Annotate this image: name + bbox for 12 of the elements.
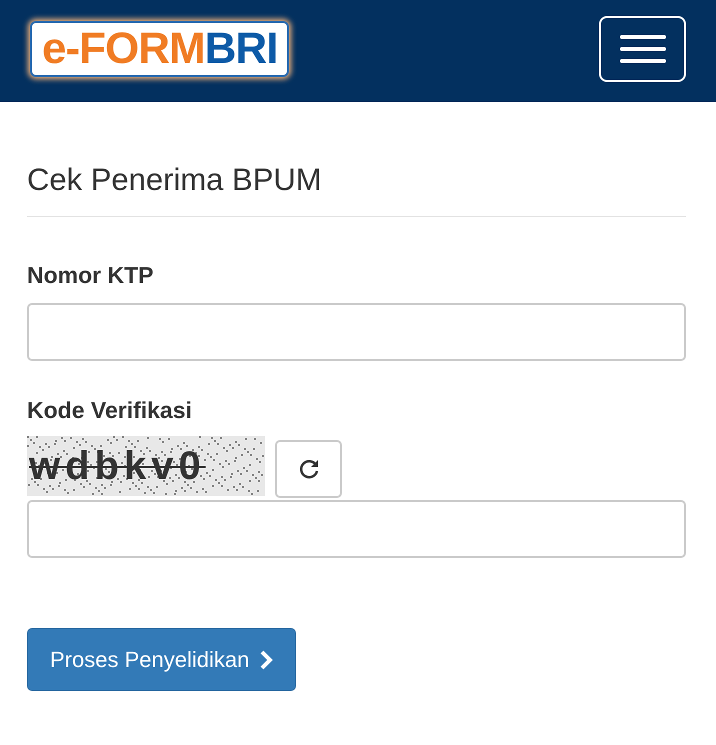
field-label: Nomor KTP xyxy=(27,262,154,289)
logo[interactable]: e-FORMBRI xyxy=(30,21,290,77)
field-label: Kode Verifikasi xyxy=(27,397,193,424)
refresh-button[interactable] xyxy=(275,440,342,498)
captcha-image: wdbkv0 xyxy=(27,436,265,496)
page-title: Cek Penerima BPUM xyxy=(27,102,686,217)
input-field[interactable] xyxy=(27,500,686,558)
menu-icon xyxy=(620,34,666,64)
submit-button[interactable]: Proses Penyelidikan xyxy=(27,628,296,691)
chevron-icon xyxy=(259,650,274,670)
input-field[interactable] xyxy=(27,303,686,361)
menu-button[interactable] xyxy=(599,16,686,82)
